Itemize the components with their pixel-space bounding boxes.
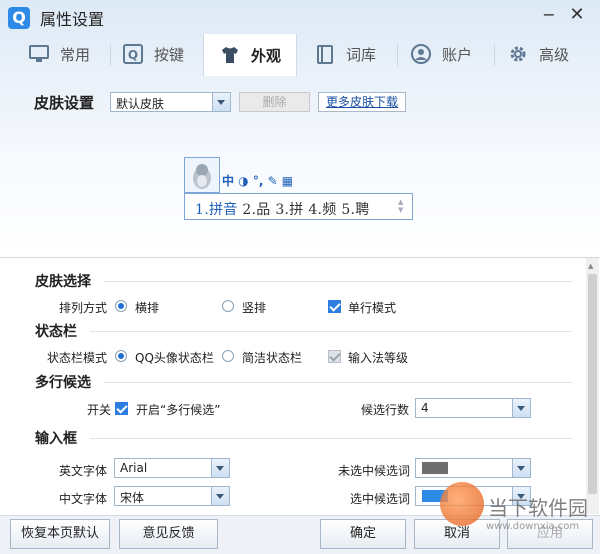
watermark-logo-icon [440, 482, 484, 526]
page-arrows-icon: ▲ ▼ [398, 198, 404, 214]
chevron-down-icon [211, 487, 229, 505]
simple-label: 简洁状态栏 [242, 351, 303, 365]
minimize-button[interactable]: − [536, 4, 562, 28]
watermark-url: www.downxia.com [486, 521, 580, 532]
delete-skin-button[interactable]: 删除 [239, 92, 310, 112]
skin-settings-heading: 皮肤设置 [34, 94, 95, 112]
cn-font-select[interactable]: 宋体 [114, 486, 230, 506]
svg-text:Q: Q [128, 48, 138, 62]
tab-label: 常用 [60, 45, 91, 64]
single-line-label: 单行模式 [348, 301, 397, 315]
tab-dictionary[interactable]: 词库 [314, 34, 392, 74]
level-checkbox[interactable] [328, 350, 341, 363]
chevron-down-icon [211, 459, 229, 477]
avatar [184, 157, 220, 193]
section-divider [90, 331, 572, 332]
section-divider [104, 382, 572, 383]
tab-appearance[interactable]: 外观 [203, 34, 297, 76]
unselected-color-label: 未选中候选词 [338, 464, 411, 478]
tab-advanced[interactable]: 高级 [507, 34, 585, 74]
tab-divider [397, 44, 398, 66]
tab-label: 词库 [346, 45, 377, 64]
unselected-color-select[interactable] [415, 458, 531, 478]
watermark-text: 当下软件园 [488, 496, 588, 520]
restore-defaults-button[interactable]: 恢复本页默认 [10, 519, 110, 549]
horizontal-label: 横排 [135, 301, 160, 315]
penguin-icon [193, 164, 211, 189]
en-font-select[interactable]: Arial [114, 458, 230, 478]
single-line-checkbox[interactable] [328, 300, 341, 313]
title-bar: Q 属性设置 − ✕ [0, 0, 600, 36]
close-button[interactable]: ✕ [564, 4, 590, 28]
ime-toolbar: 中 ◑ °, ✎ ▦ [222, 174, 294, 188]
tab-keys[interactable]: Q 按键 [122, 34, 200, 74]
color-swatch [422, 462, 448, 474]
section-divider [104, 281, 572, 282]
radio-vertical[interactable] [222, 300, 234, 312]
rows-label: 候选行数 [361, 403, 410, 417]
monitor-icon [29, 45, 49, 62]
section-divider [90, 438, 572, 439]
skin-select-value: 默认皮肤 [116, 97, 165, 111]
chevron-down-icon [512, 399, 530, 417]
feedback-button[interactable]: 意见反馈 [119, 519, 218, 549]
tshirt-icon [221, 47, 238, 63]
cn-font-value: 宋体 [120, 491, 145, 505]
chevron-down-icon [212, 93, 230, 111]
multi-row-enable-label: 开启“多行候选” [136, 403, 221, 417]
selected-color-label: 选中候选词 [350, 492, 411, 506]
layout-label: 排列方式 [59, 301, 108, 315]
tab-label: 按键 [154, 45, 185, 64]
en-font-value: Arial [120, 461, 148, 475]
switch-label: 开关 [87, 403, 112, 417]
chevron-down-icon [512, 459, 530, 477]
status-mode-label: 状态栏模式 [47, 351, 108, 365]
scroll-up-icon[interactable]: ▲ [588, 262, 593, 270]
candidate-rest: 2.品 3.拼 4.频 5.聘 [237, 202, 370, 218]
tab-account[interactable]: 账户 [410, 34, 488, 74]
cn-font-label: 中文字体 [59, 492, 108, 506]
gear-icon [510, 46, 526, 62]
candidate-first: 1.拼音 [195, 202, 238, 218]
tab-label: 账户 [442, 45, 473, 64]
book-icon [317, 45, 333, 64]
rows-value: 4 [421, 401, 429, 415]
ok-button[interactable]: 确定 [320, 519, 406, 549]
tab-label: 外观 [250, 46, 281, 65]
tab-divider [110, 44, 111, 66]
tab-label: 高级 [539, 45, 570, 64]
app-logo-icon: Q [8, 7, 30, 29]
status-bar-heading: 状态栏 [35, 324, 77, 340]
candidate-preview: 1.拼音 2.品 3.拼 4.频 5.聘 ▲ ▼ [184, 193, 413, 220]
skin-choice-heading: 皮肤选择 [35, 274, 91, 290]
radio-qq-avatar[interactable] [115, 350, 127, 362]
key-q-icon: Q [123, 44, 143, 64]
user-icon [411, 44, 431, 64]
scroll-thumb[interactable] [588, 274, 597, 494]
more-skins-link[interactable]: 更多皮肤下载 [318, 92, 406, 112]
level-label: 输入法等级 [348, 351, 409, 365]
qq-avatar-label: QQ头像状态栏 [135, 351, 214, 365]
tab-general[interactable]: 常用 [28, 34, 106, 74]
vertical-label: 竖排 [242, 301, 267, 315]
window-title: 属性设置 [40, 10, 105, 29]
input-box-heading: 输入框 [35, 431, 77, 447]
tab-divider [494, 44, 495, 66]
radio-horizontal[interactable] [115, 300, 127, 312]
multi-row-heading: 多行候选 [35, 375, 91, 391]
multi-row-checkbox[interactable] [115, 402, 128, 415]
en-font-label: 英文字体 [59, 464, 108, 478]
skin-select[interactable]: 默认皮肤 [110, 92, 231, 112]
radio-simple[interactable] [222, 350, 234, 362]
rows-select[interactable]: 4 [415, 398, 531, 418]
